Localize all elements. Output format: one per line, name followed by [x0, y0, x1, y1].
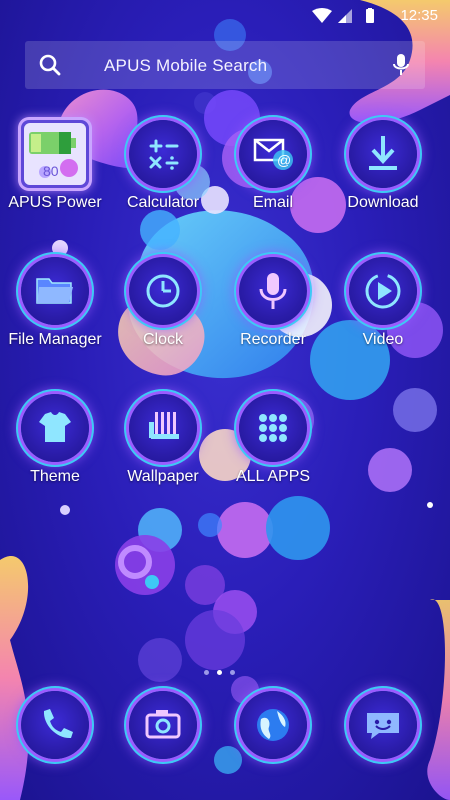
microphone-icon [239, 257, 307, 325]
app-video[interactable]: Video [328, 257, 438, 367]
chat-icon [349, 691, 417, 759]
app-theme[interactable]: Theme [0, 394, 110, 504]
app-label: Recorder [240, 331, 306, 348]
app-label: Wallpaper [127, 468, 199, 485]
dock-browser[interactable] [218, 691, 328, 771]
dock [0, 686, 450, 766]
signal-icon [338, 9, 352, 23]
app-label: Video [362, 331, 404, 348]
page-dot-active[interactable] [217, 670, 222, 675]
app-calculator[interactable]: Calculator [108, 120, 218, 230]
globe-icon [239, 691, 307, 759]
email-icon: @ [239, 120, 307, 188]
phone-icon [21, 691, 89, 759]
dock-messages[interactable] [328, 691, 438, 771]
app-wallpaper[interactable]: Wallpaper [108, 394, 218, 504]
app-label: Calculator [126, 194, 200, 211]
dock-camera[interactable] [108, 691, 218, 771]
app-recorder[interactable]: Recorder [218, 257, 328, 367]
folder-icon [21, 257, 89, 325]
app-file-manager[interactable]: File Manager [0, 257, 110, 367]
app-label: File Manager [8, 331, 102, 348]
svg-text:@: @ [277, 152, 291, 168]
search-bar[interactable]: APUS Mobile Search [25, 41, 425, 89]
battery-icon: 80 [24, 123, 86, 185]
battery-icon [366, 8, 374, 23]
app-download[interactable]: Download [328, 120, 438, 230]
wallpaper-icon [129, 394, 197, 462]
app-label: APUS Power [8, 194, 102, 211]
search-icon [39, 54, 61, 76]
app-apus-power[interactable]: 80 APUS Power [0, 120, 110, 230]
page-indicator[interactable] [200, 662, 250, 675]
download-icon [349, 120, 417, 188]
app-label: ALL APPS [235, 468, 311, 485]
status-icons [312, 8, 374, 23]
app-label: Clock [142, 331, 183, 348]
clock-icon [129, 257, 197, 325]
calculator-icon [129, 120, 197, 188]
app-email[interactable]: @ Email [218, 120, 328, 230]
camera-icon [129, 691, 197, 759]
page-dot[interactable] [230, 670, 235, 675]
search-placeholder: APUS Mobile Search [104, 56, 268, 75]
play-icon [349, 257, 417, 325]
app-clock[interactable]: Clock [108, 257, 218, 367]
apus-power-badge: 80 [43, 163, 59, 179]
tshirt-icon [21, 394, 89, 462]
app-all-apps[interactable]: ALL APPS [218, 394, 328, 504]
microphone-icon[interactable] [391, 53, 411, 77]
clock-time: 12:35 [400, 7, 438, 24]
wifi-icon [312, 8, 332, 23]
apus-power-icon: 80 [21, 120, 89, 188]
grid-icon [239, 394, 307, 462]
app-label: Download [347, 194, 419, 211]
app-label: Theme [30, 468, 80, 485]
page-dot[interactable] [204, 670, 209, 675]
status-bar: 12:35 [0, 0, 450, 32]
app-label: Email [252, 194, 293, 211]
dock-phone[interactable] [0, 691, 110, 771]
